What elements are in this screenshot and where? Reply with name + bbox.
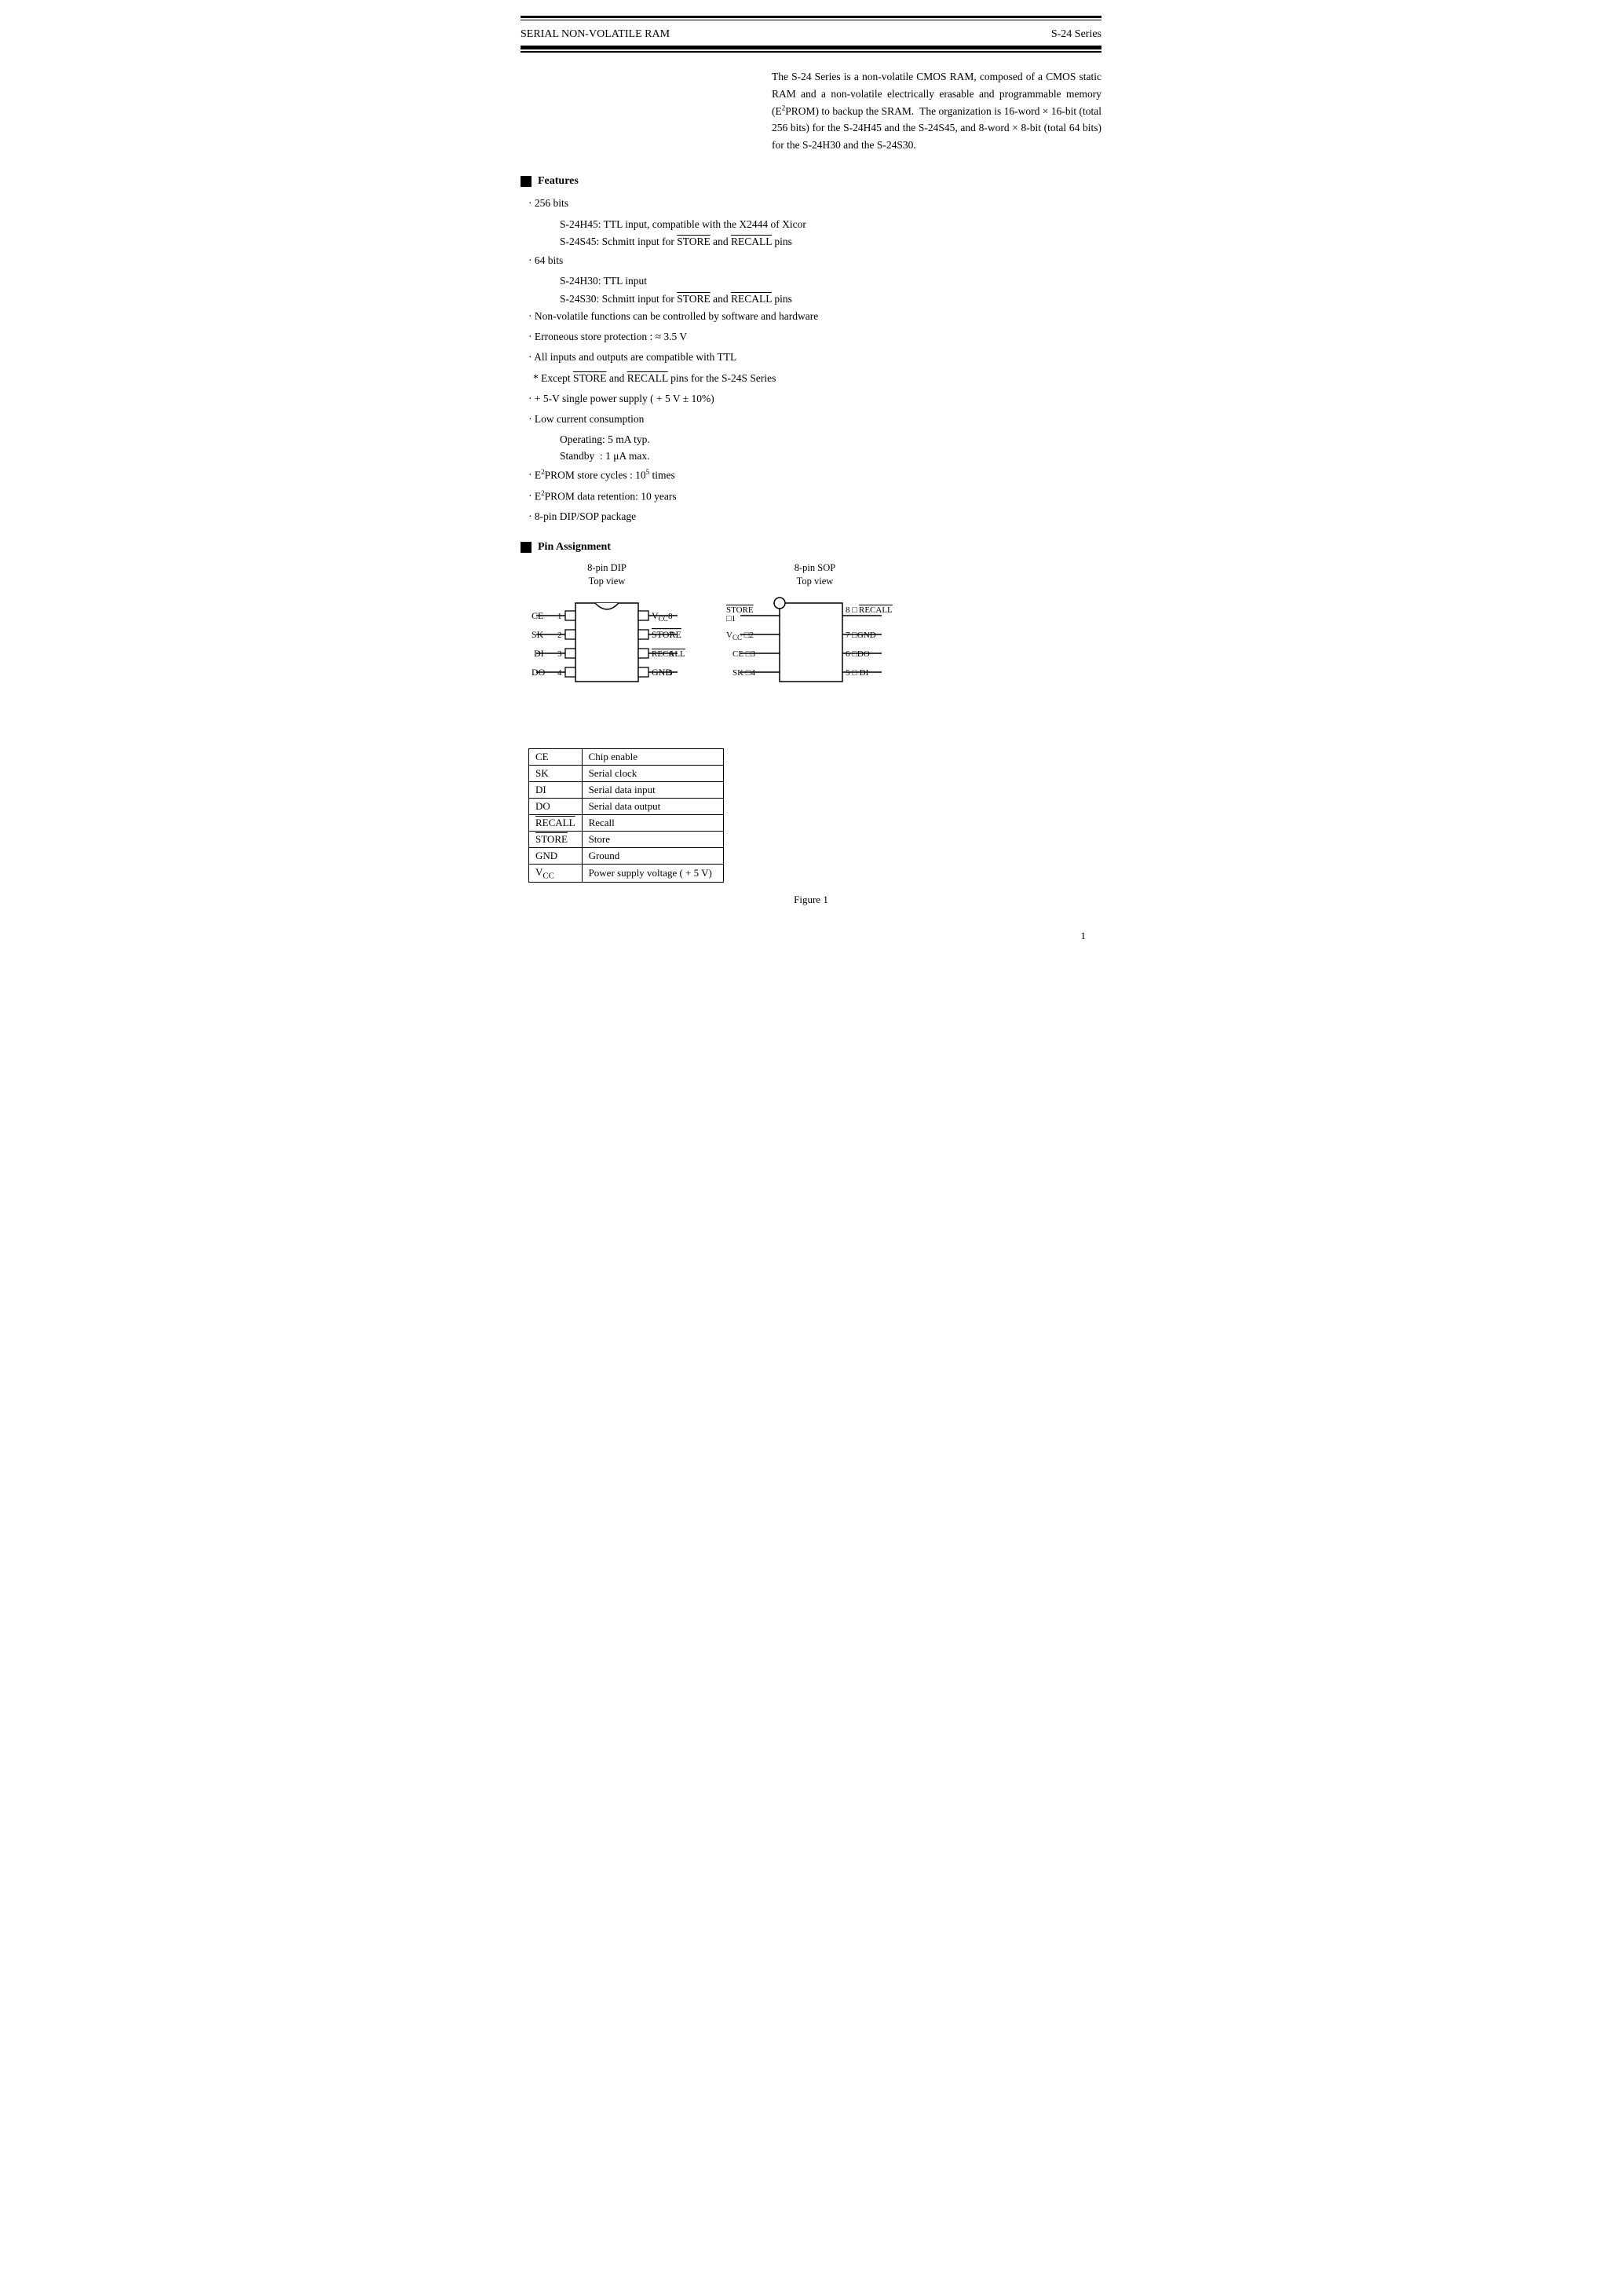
- desc-recall: Recall: [582, 814, 723, 831]
- svg-text:DI: DI: [534, 648, 544, 659]
- feature-standby: Standby : 1 μA max.: [521, 448, 1101, 464]
- feature-s24h30: S-24H30: TTL input: [521, 273, 1101, 289]
- pin-assignment-label: Pin Assignment: [538, 541, 611, 554]
- pin-sk: SK: [529, 765, 583, 781]
- feature-ttl: All inputs and outputs are compatible wi…: [521, 349, 1101, 365]
- table-row: VCC Power supply voltage ( + 5 V): [529, 864, 724, 883]
- svg-text:5 □ DI: 5 □ DI: [846, 668, 869, 678]
- svg-text:CE □3: CE □3: [732, 649, 755, 659]
- feature-low-current: Low current consumption: [521, 411, 1101, 427]
- pin-assignment-heading: Pin Assignment: [521, 541, 1101, 554]
- pin-di: DI: [529, 781, 583, 798]
- feature-erroneous: Erroneous store protection : ≈ 3.5 V: [521, 329, 1101, 345]
- desc-do: Serial data output: [582, 798, 723, 814]
- desc-vcc: Power supply voltage ( + 5 V): [582, 864, 723, 883]
- table-row: GND Ground: [529, 847, 724, 864]
- features-label: Features: [538, 175, 579, 188]
- svg-text:8: 8: [668, 612, 673, 621]
- figure-caption: Figure 1: [521, 894, 1101, 906]
- header-content: SERIAL NON-VOLATILE RAM S-24 Series: [521, 24, 1101, 46]
- svg-text:DO: DO: [532, 667, 546, 678]
- pin-table-container: CE Chip enable SK Serial clock DI Serial…: [521, 748, 724, 883]
- table-row: CE Chip enable: [529, 748, 724, 765]
- svg-text:8 □: 8 □: [846, 605, 857, 615]
- table-row: RECALL Recall: [529, 814, 724, 831]
- header-bottom-thick: [521, 46, 1101, 49]
- feature-ttl-except: * Except STORE and RECALL pins for the S…: [521, 371, 1101, 386]
- svg-text:2: 2: [557, 631, 562, 640]
- desc-gnd: Ground: [582, 847, 723, 864]
- header-right-label: S-24 Series: [1051, 28, 1101, 41]
- svg-text:STORE: STORE: [652, 629, 681, 640]
- header-left-label: SERIAL NON-VOLATILE RAM: [521, 28, 670, 41]
- table-row: DI Serial data input: [529, 781, 724, 798]
- feature-256bits: · 256 bits: [521, 196, 1101, 211]
- svg-text:4: 4: [557, 668, 562, 678]
- pin-table: CE Chip enable SK Serial clock DI Serial…: [528, 748, 724, 883]
- svg-text:VCC □2: VCC □2: [726, 631, 754, 642]
- pin-assignment-section: Pin Assignment 8-pin DIPTop view CE 1 SK: [521, 541, 1101, 907]
- feature-s24s45: S-24S45: Schmitt input for STORE and REC…: [521, 234, 1101, 250]
- feature-operating: Operating: 5 mA typ.: [521, 432, 1101, 448]
- pin-ce: CE: [529, 748, 583, 765]
- svg-text:VCC: VCC: [652, 610, 668, 623]
- pin-store: STORE: [529, 831, 583, 847]
- pin-do: DO: [529, 798, 583, 814]
- feature-64bits: · 64 bits: [521, 253, 1101, 269]
- features-icon: [521, 176, 532, 187]
- svg-text:6: 6: [669, 649, 674, 659]
- svg-text:6 □DO: 6 □DO: [846, 649, 870, 659]
- desc-store: Store: [582, 831, 723, 847]
- sop-title: 8-pin SOPTop view: [795, 561, 835, 589]
- description-text: The S-24 Series is a non-volatile CMOS R…: [772, 71, 1101, 151]
- feature-e2prom-retention: E2PROM data retention: 10 years: [521, 488, 1101, 505]
- pin-assignment-icon: [521, 542, 532, 553]
- table-row: DO Serial data output: [529, 798, 724, 814]
- dip-container: 8-pin DIPTop view CE 1 SK 2: [521, 561, 693, 692]
- svg-text:SK: SK: [532, 629, 544, 640]
- feature-s24h45: S-24H45: TTL input, compatible with the …: [521, 217, 1101, 232]
- svg-text:RECALL: RECALL: [859, 605, 893, 615]
- svg-text:□1: □1: [726, 614, 736, 623]
- features-heading: Features: [521, 175, 1101, 188]
- svg-text:7 □GND: 7 □GND: [846, 631, 876, 640]
- svg-text:CE: CE: [532, 610, 543, 621]
- svg-text:5: 5: [668, 668, 673, 678]
- svg-text:7: 7: [669, 631, 674, 640]
- page-number: 1: [521, 930, 1101, 942]
- pin-recall: RECALL: [529, 814, 583, 831]
- pin-vcc: VCC: [529, 864, 583, 883]
- pin-gnd: GND: [529, 847, 583, 864]
- diagrams-row: 8-pin DIPTop view CE 1 SK 2: [521, 561, 1101, 883]
- feature-s24s30: S-24S30: Schmitt input for STORE and REC…: [521, 291, 1101, 307]
- features-section: Features · 256 bits S-24H45: TTL input, …: [521, 175, 1101, 525]
- feature-e2prom-cycles: E2PROM store cycles : 105 times: [521, 467, 1101, 484]
- dip-diagram: CE 1 SK 2 DI 3 DO 4: [521, 594, 693, 692]
- sop-diagram: STORE □1 VCC □2 CE □3 SK □4 8 □ RECALL 7: [725, 594, 905, 692]
- desc-ce: Chip enable: [582, 748, 723, 765]
- header-top-rule: [521, 16, 1101, 18]
- feature-8pin: 8-pin DIP/SOP package: [521, 509, 1101, 525]
- svg-text:1: 1: [557, 612, 562, 621]
- table-row: SK Serial clock: [529, 765, 724, 781]
- description-paragraph: The S-24 Series is a non-volatile CMOS R…: [772, 68, 1101, 153]
- feature-power: + 5-V single power supply ( + 5 V ± 10%): [521, 391, 1101, 407]
- desc-sk: Serial clock: [582, 765, 723, 781]
- sop-container: 8-pin SOPTop view STORE □1 VCC □2 CE □3: [725, 561, 905, 692]
- header-bottom-thin: [521, 51, 1101, 53]
- table-row: STORE Store: [529, 831, 724, 847]
- svg-text:3: 3: [557, 649, 562, 659]
- desc-di: Serial data input: [582, 781, 723, 798]
- dip-title: 8-pin DIPTop view: [587, 561, 627, 589]
- svg-text:SK □4: SK □4: [732, 668, 755, 678]
- feature-nonvolatile: Non-volatile functions can be controlled…: [521, 309, 1101, 324]
